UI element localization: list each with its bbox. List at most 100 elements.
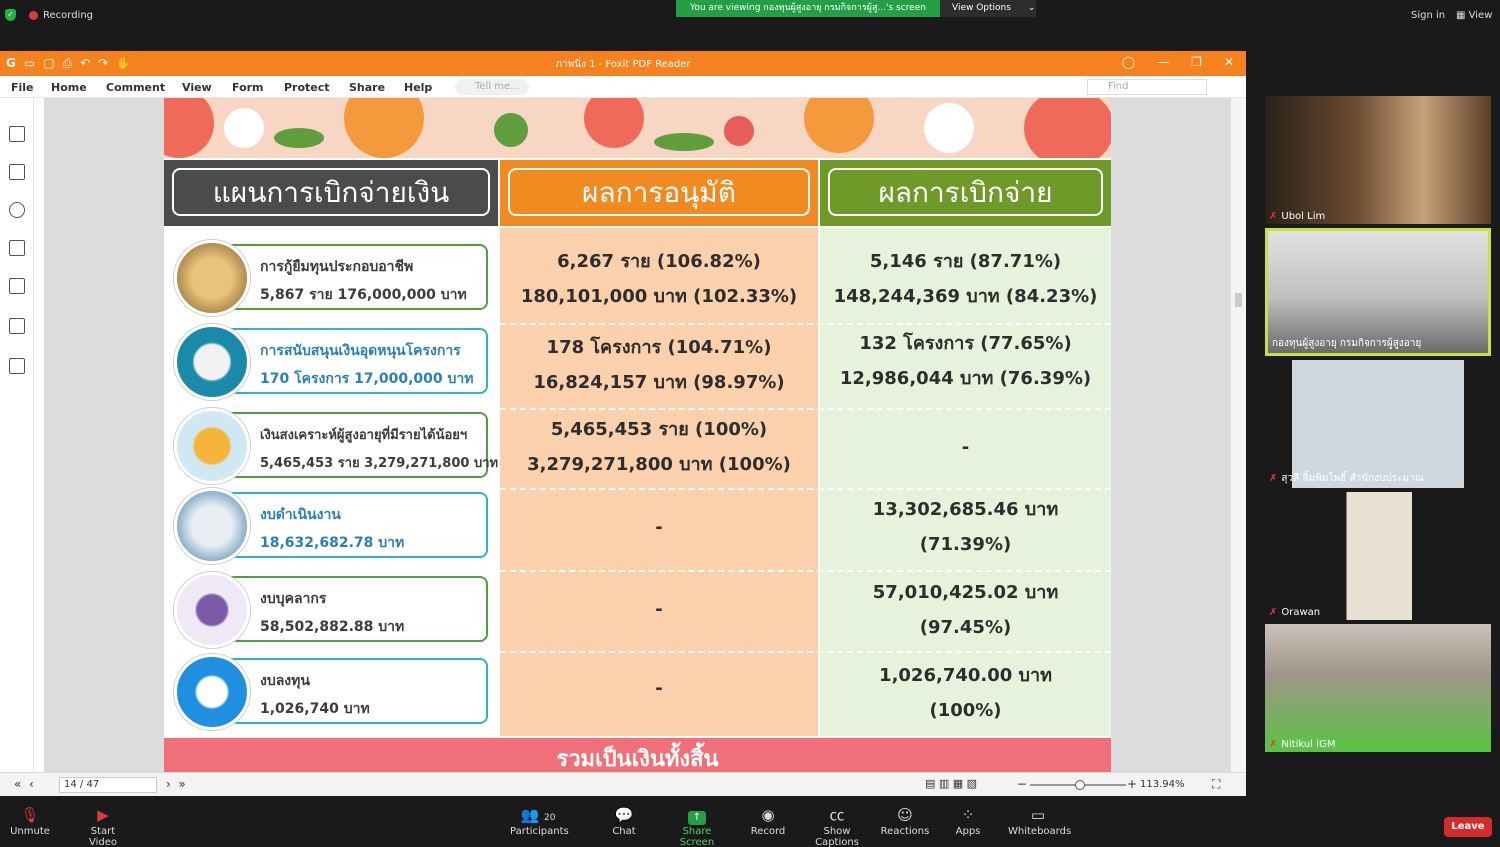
participant-tile-active-speaker[interactable]: กองทุนผู้สูงอายุ กรมกิจการผู้สูงอายุ: [1265, 228, 1491, 356]
apps-button[interactable]: ⁘ Apps: [948, 804, 988, 837]
restore-icon[interactable]: ❐: [1191, 55, 1202, 69]
security-icon[interactable]: [9, 318, 25, 334]
mic-muted-icon: 🎙: [20, 806, 40, 824]
tell-me-input[interactable]: Tell me...: [455, 79, 529, 95]
approved-row-operation: -: [655, 517, 663, 538]
signature-icon[interactable]: [9, 358, 25, 374]
approved-row-project: 178 โครงการ (104.71%) 16,824,157 บาท (98…: [533, 337, 785, 393]
disbursed-row-loan: 5,146 ราย (87.71%) 148,244,369 บาท (84.2…: [833, 251, 1098, 307]
participant-tile[interactable]: ✗ สุวลี ลิ้มพิมโพธิ์ สำนักงบประมาณ: [1265, 360, 1491, 488]
recording-label: Recording: [43, 10, 94, 21]
unmute-button[interactable]: 🎙 Unmute: [10, 804, 50, 837]
menu-home[interactable]: Home: [51, 81, 87, 94]
record-icon: ◉: [761, 806, 775, 824]
chat-icon: 💬: [614, 806, 634, 824]
leave-button[interactable]: Leave: [1444, 817, 1492, 837]
mic-muted-icon: ✗: [1269, 607, 1278, 618]
show-captions-button[interactable]: ㏄ Show Captions: [802, 804, 872, 847]
window-controls: ◯ — ❐ ✕: [1122, 55, 1234, 69]
record-button[interactable]: ◉ Record: [748, 804, 788, 837]
zoom-level[interactable]: 113.94%: [1140, 779, 1185, 790]
chat-button[interactable]: 💬 Chat: [608, 804, 640, 837]
row-separator: [500, 323, 1111, 325]
page-layout-icons[interactable]: ▤ ▥ ▦ ▧: [925, 777, 977, 790]
hand-money-icon: [174, 654, 250, 730]
disbursed-row-operation: 13,302,685.46 บาท (71.39%): [872, 499, 1059, 555]
start-video-button[interactable]: ▶ Start Video: [76, 804, 130, 847]
recording-indicator[interactable]: Recording: [29, 10, 93, 21]
view-options-button[interactable]: View Options ⌄: [940, 0, 1036, 17]
zoom-slider[interactable]: [1030, 780, 1126, 790]
find-input[interactable]: Find: [1087, 79, 1207, 95]
layers-icon[interactable]: [9, 240, 25, 256]
brochure-icon: [174, 324, 250, 400]
plan-row-project: การสนับสนุนเงินอุดหนุนโครงการ 170 โครงกา…: [174, 324, 488, 400]
bookmark-icon[interactable]: [9, 126, 25, 142]
share-screen-button[interactable]: ↑ Share Screen: [668, 804, 726, 847]
zoom-bottom-toolbar: 🎙 Unmute ▶ Start Video 👥 20 Participants…: [0, 796, 1500, 847]
row-separator: [500, 651, 1111, 653]
menu-view[interactable]: View: [182, 81, 212, 94]
participants-button[interactable]: 👥 20 Participants: [510, 804, 569, 837]
plan-row-welfare: เงินสงเคราะห์ผู้สูงอายุที่มีรายได้น้อยฯ …: [174, 408, 498, 484]
menu-file[interactable]: File: [11, 81, 34, 94]
fullscreen-icon[interactable]: ⛶: [1212, 777, 1220, 792]
vertical-scrollbar[interactable]: [1231, 98, 1246, 772]
whiteboards-button[interactable]: ▭ Whiteboards: [1008, 804, 1071, 837]
video-off-icon: ▶: [97, 806, 109, 824]
row-separator: [500, 570, 1111, 572]
participant-tile[interactable]: ✗ Ubol Lim: [1265, 96, 1491, 224]
pages-icon[interactable]: [9, 164, 25, 180]
grid-view-icon: ▦: [1456, 10, 1466, 21]
header-approved: ผลการอนุมัติ: [500, 160, 818, 226]
attachment-icon[interactable]: [9, 278, 25, 294]
total-banner: รวมเป็นเงินทั้งสิ้น: [164, 738, 1111, 772]
zoom-window: ✓ Recording You are viewing กองทุนผู้สูง…: [0, 0, 1500, 847]
reactions-button[interactable]: ☺ Reactions: [880, 804, 930, 837]
close-icon[interactable]: ✕: [1224, 55, 1234, 69]
menu-help[interactable]: Help: [404, 81, 432, 94]
shield-icon[interactable]: ✓: [5, 9, 16, 21]
chevron-down-icon: ⌄: [1027, 3, 1036, 13]
documents-icon: [174, 488, 250, 564]
view-button[interactable]: ▦ View: [1456, 10, 1492, 21]
row-separator: [500, 488, 1111, 490]
account-icon[interactable]: ◯: [1122, 55, 1135, 69]
participant-tile[interactable]: ✗ Orawan: [1265, 492, 1491, 620]
page-nav-next-last[interactable]: › »: [166, 777, 186, 791]
people-icon: [174, 572, 250, 648]
scrollbar-thumb[interactable]: [1235, 293, 1242, 307]
zoom-out-icon[interactable]: −: [1017, 777, 1027, 791]
document-view[interactable]: แผนการเบิกจ่ายเงิน ผลการอนุมัติ ผลการเบิ…: [44, 98, 1231, 772]
coin-icon: [174, 240, 250, 316]
menu-form[interactable]: Form: [232, 81, 264, 94]
whiteboard-icon: ▭: [1030, 806, 1046, 824]
mic-muted-icon: ✗: [1269, 211, 1278, 222]
disbursed-row-personnel: 57,010,425.02 บาท (97.45%): [872, 582, 1059, 638]
page-indicator-input[interactable]: 14 / 47: [59, 777, 157, 793]
viewing-banner: You are viewing กองทุนผู้สูงอายุ กรมกิจก…: [676, 0, 940, 17]
comments-icon[interactable]: [9, 202, 25, 218]
zoom-slider-knob[interactable]: [1075, 780, 1085, 790]
foxit-title: ภาพนิ่ง 1 - Foxit PDF Reader: [555, 59, 691, 70]
participant-tile[interactable]: ✗ Nitikul IGM: [1265, 624, 1491, 752]
disbursed-row-welfare: -: [961, 437, 970, 458]
approved-row-loan: 6,267 ราย (106.82%) 180,101,000 บาท (102…: [520, 251, 798, 307]
page-nav-first-prev[interactable]: « ‹: [14, 777, 34, 791]
floral-banner: [164, 98, 1111, 158]
plan-row-personnel: งบบุคลากร 58,502,882.88 บาท: [174, 572, 488, 648]
apps-icon: ⁘: [961, 806, 975, 824]
money-stack-icon: [174, 408, 250, 484]
sign-in-button[interactable]: Sign in: [1411, 10, 1445, 21]
minimize-icon[interactable]: —: [1157, 55, 1169, 69]
menu-comment[interactable]: Comment: [106, 81, 165, 94]
plan-row-investment: งบลงทุน 1,026,740 บาท: [174, 654, 488, 730]
menu-share[interactable]: Share: [349, 81, 385, 94]
plan-row-loan: การกู้ยืมทุนประกอบอาชีพ 5,867 ราย 176,00…: [174, 240, 488, 316]
zoom-in-icon[interactable]: +: [1127, 777, 1137, 791]
header-disbursed: ผลการเบิกจ่าย: [820, 160, 1111, 226]
foxit-title-bar: G ▭ ▢ ⎙ ↶ ↷ ✋ ภาพนิ่ง 1 - Foxit PDF Read…: [0, 51, 1246, 76]
approved-row-welfare: 5,465,453 ราย (100%) 3,279,271,800 บาท (…: [527, 419, 791, 475]
menu-protect[interactable]: Protect: [284, 81, 330, 94]
slide-page: แผนการเบิกจ่ายเงิน ผลการอนุมัติ ผลการเบิ…: [164, 98, 1111, 772]
